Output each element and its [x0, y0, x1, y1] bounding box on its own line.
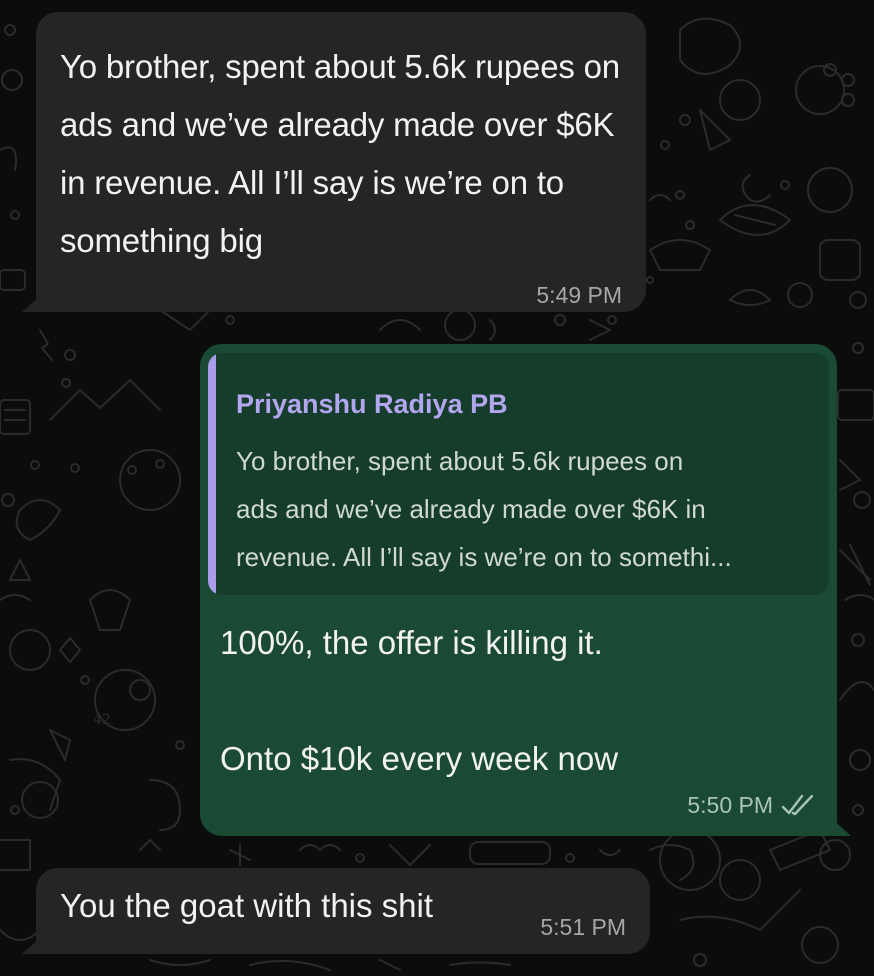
message-bubble-outgoing[interactable]: Priyanshu Radiya PB Yo brother, spent ab…	[200, 344, 851, 836]
message-bubble-incoming[interactable]: Yo brother, spent about 5.6k rupees on a…	[22, 12, 646, 312]
bubble-tail	[831, 818, 851, 836]
bubble-tail	[22, 294, 42, 312]
message-bubble-incoming[interactable]: You the goat with this shit 5:51 PM	[22, 868, 650, 954]
quoted-reply[interactable]: Priyanshu Radiya PB Yo brother, spent ab…	[208, 353, 829, 595]
message-text: You the goat with this shit	[60, 887, 434, 924]
message-timestamp: 5:49 PM	[536, 282, 622, 308]
double-check-icon	[781, 794, 814, 816]
quote-author: Priyanshu Radiya PB	[236, 389, 508, 419]
svg-text:42: 42	[93, 712, 111, 728]
quote-preview-text: Yo brother, spent about 5.6k rupees on a…	[236, 446, 732, 572]
message-text: Yo brother, spent about 5.6k rupees on a…	[60, 48, 620, 259]
message-timestamp: 5:50 PM	[687, 792, 773, 818]
bubble-tail	[22, 936, 42, 954]
message-timestamp: 5:51 PM	[540, 914, 626, 940]
message-text: 100%, the offer is killing it. Onto $10k…	[220, 624, 619, 777]
quote-accent-bar	[208, 353, 216, 595]
